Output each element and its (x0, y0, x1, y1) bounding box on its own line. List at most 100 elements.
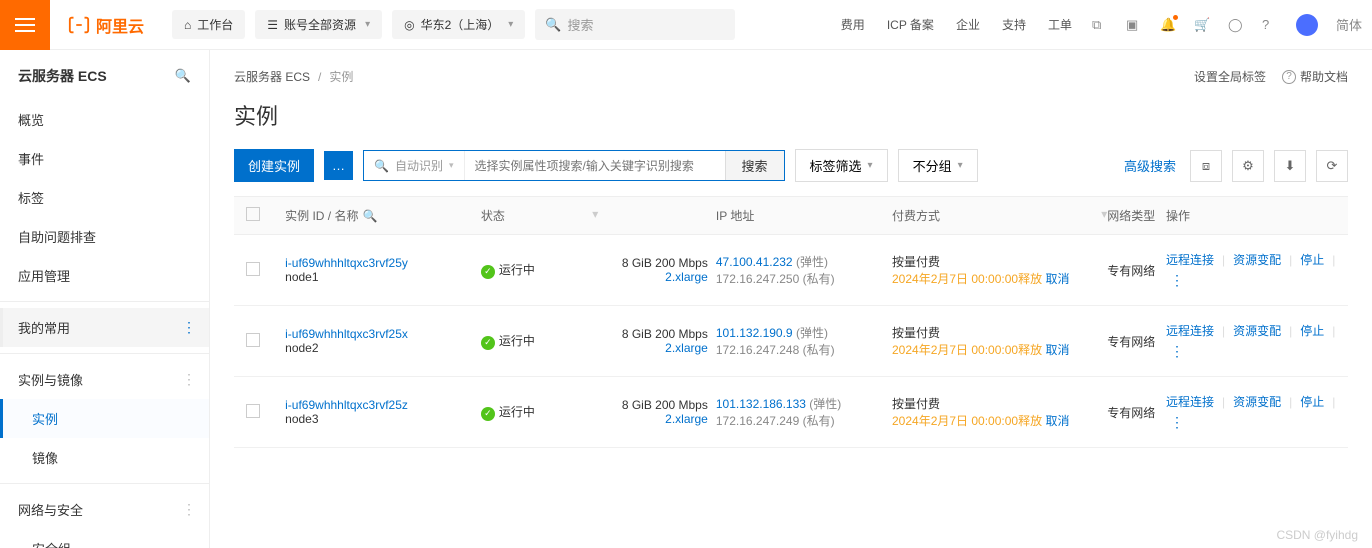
sidebar-group-fav[interactable]: 我的常用 ⋮ (0, 308, 209, 347)
layers-icon[interactable]: ⧈ (1190, 150, 1222, 182)
status-dot-icon: ✓ (481, 407, 495, 421)
public-ip[interactable]: 47.100.41.232 (716, 255, 793, 269)
topbar: 阿里云 ⌂ 工作台 ☰ 账号全部资源 ▾ ◎ 华东2（上海） ▾ 🔍 搜索 费用… (0, 0, 1372, 50)
more-actions-icon[interactable]: ⋮ (1166, 414, 1188, 431)
link-billing[interactable]: 费用 (841, 16, 865, 33)
create-instance-button[interactable]: 创建实例 (234, 149, 314, 182)
action-remote[interactable]: 远程连接 (1166, 393, 1214, 410)
sidebar-item-events[interactable]: 事件 (0, 139, 209, 178)
search-icon[interactable]: 🔍 (362, 209, 377, 223)
pay-type: 按量付费 (892, 253, 1107, 270)
action-stop[interactable]: 停止 (1300, 322, 1324, 339)
public-ip[interactable]: 101.132.186.133 (716, 397, 806, 411)
action-remote[interactable]: 远程连接 (1166, 322, 1214, 339)
search-icon[interactable]: 🔍 (175, 68, 191, 84)
top-links: 费用 ICP 备案 企业 支持 工单 (841, 16, 1072, 33)
action-resource[interactable]: 资源变配 (1233, 251, 1281, 268)
sidebar-group-network[interactable]: 网络与安全 ⋮ (0, 490, 209, 529)
brand-logo[interactable]: 阿里云 (50, 13, 162, 37)
select-all-checkbox[interactable] (246, 207, 260, 221)
more-actions-icon[interactable]: ⋮ (1166, 272, 1188, 289)
instance-id[interactable]: i-uf69whhhltqxc3rvf25y (285, 256, 481, 270)
link-icp[interactable]: ICP 备案 (887, 16, 934, 33)
link-support[interactable]: 支持 (1002, 16, 1026, 33)
menu-toggle[interactable] (0, 0, 50, 50)
spec1: 8 GiB 200 Mbps (598, 327, 708, 341)
cloud-shell-icon[interactable]: ⧉ (1092, 17, 1108, 33)
create-more-button[interactable]: … (324, 151, 353, 180)
header-right: 设置全局标签 ? 帮助文档 (1194, 68, 1348, 85)
terminal-icon[interactable]: ▣ (1126, 17, 1142, 33)
network-type: 专有网络 (1107, 262, 1166, 279)
spec2[interactable]: 2.xlarge (598, 412, 708, 426)
toolbar: 创建实例 … 🔍 自动识别 ▾ 搜索 标签筛选 ▾ 不分组 ▾ 高级搜索 (234, 149, 1348, 182)
help-icon[interactable]: ? (1262, 17, 1278, 33)
tag-filter-button[interactable]: 标签筛选 ▾ (795, 149, 888, 182)
cart-icon[interactable]: 🛒 (1194, 17, 1210, 33)
action-stop[interactable]: 停止 (1300, 393, 1324, 410)
lang-switch[interactable]: 简体 (1336, 15, 1362, 34)
sidebar-sub-instance[interactable]: 实例 (0, 399, 209, 438)
public-ip[interactable]: 101.132.190.9 (716, 326, 793, 340)
status-dot-icon: ✓ (481, 265, 495, 279)
sidebar-item-diagnose[interactable]: 自助问题排查 (0, 217, 209, 256)
more-icon[interactable]: ⋮ (182, 371, 195, 388)
instance-name: node2 (285, 341, 481, 355)
search-mode[interactable]: 🔍 自动识别 ▾ (364, 151, 465, 180)
refresh-icon[interactable]: ⟳ (1316, 150, 1348, 182)
advanced-search[interactable]: 高级搜索 (1124, 156, 1176, 175)
watermark: CSDN @fyihdg (1276, 528, 1358, 542)
row-checkbox[interactable] (246, 404, 260, 418)
link-enterprise[interactable]: 企业 (956, 16, 980, 33)
chevron-down-icon: ▾ (958, 160, 963, 171)
top-icons: ⧉ ▣ 🔔 🛒 ◯ ? 简体 (1092, 14, 1362, 36)
download-icon[interactable]: ⬇ (1274, 150, 1306, 182)
cancel-release[interactable]: 取消 (1045, 414, 1069, 428)
bell-icon[interactable]: 🔔 (1160, 17, 1176, 33)
more-icon[interactable]: ⋮ (182, 501, 195, 518)
row-checkbox[interactable] (246, 262, 260, 276)
search-input[interactable] (465, 151, 725, 180)
crumb-root[interactable]: 云服务器 ECS (234, 68, 310, 85)
instance-id[interactable]: i-uf69whhhltqxc3rvf25z (285, 398, 481, 412)
instance-id[interactable]: i-uf69whhhltqxc3rvf25x (285, 327, 481, 341)
spec2[interactable]: 2.xlarge (598, 270, 708, 284)
pay-type: 按量付费 (892, 324, 1107, 341)
row-checkbox[interactable] (246, 333, 260, 347)
region-selector[interactable]: ◎ 华东2（上海） ▾ (392, 10, 525, 39)
filter-icon[interactable]: ▾ (592, 207, 598, 221)
settings-icon[interactable]: ⚙ (1232, 150, 1264, 182)
workbench-button[interactable]: ⌂ 工作台 (172, 10, 245, 39)
link-ticket[interactable]: 工单 (1048, 16, 1072, 33)
action-stop[interactable]: 停止 (1300, 251, 1324, 268)
help-docs[interactable]: 帮助文档 (1300, 68, 1348, 85)
table-row: i-uf69whhhltqxc3rvf25z node3 ✓运行中 8 GiB … (234, 377, 1348, 448)
action-resource[interactable]: 资源变配 (1233, 393, 1281, 410)
crumb-current: 实例 (329, 68, 353, 85)
set-global-tag[interactable]: 设置全局标签 (1194, 68, 1266, 85)
search-button[interactable]: 搜索 (725, 151, 784, 180)
avatar[interactable] (1296, 14, 1318, 36)
sidebar-item-apps[interactable]: 应用管理 (0, 256, 209, 295)
more-icon[interactable]: ⋮ (182, 319, 195, 336)
sidebar-item-tags[interactable]: 标签 (0, 178, 209, 217)
resource-selector[interactable]: ☰ 账号全部资源 ▾ (255, 10, 382, 39)
group-button[interactable]: 不分组 ▾ (898, 149, 978, 182)
global-search[interactable]: 🔍 搜索 (535, 9, 735, 40)
action-remote[interactable]: 远程连接 (1166, 251, 1214, 268)
action-resource[interactable]: 资源变配 (1233, 322, 1281, 339)
cancel-release[interactable]: 取消 (1045, 272, 1069, 286)
sidebar-item-overview[interactable]: 概览 (0, 100, 209, 139)
sidebar-group-instances[interactable]: 实例与镜像 ⋮ (0, 360, 209, 399)
sidebar-sub-image[interactable]: 镜像 (0, 438, 209, 477)
more-actions-icon[interactable]: ⋮ (1166, 343, 1188, 360)
spec1: 8 GiB 200 Mbps (598, 398, 708, 412)
sidebar-sub-sg[interactable]: 安全组 (0, 529, 209, 548)
location-icon: ◎ (404, 18, 414, 32)
support-icon[interactable]: ◯ (1228, 17, 1244, 33)
list-icon: ☰ (267, 18, 278, 32)
page-title: 实例 (234, 99, 1348, 131)
spec2[interactable]: 2.xlarge (598, 341, 708, 355)
chevron-down-icon: ▾ (365, 19, 370, 30)
cancel-release[interactable]: 取消 (1045, 343, 1069, 357)
